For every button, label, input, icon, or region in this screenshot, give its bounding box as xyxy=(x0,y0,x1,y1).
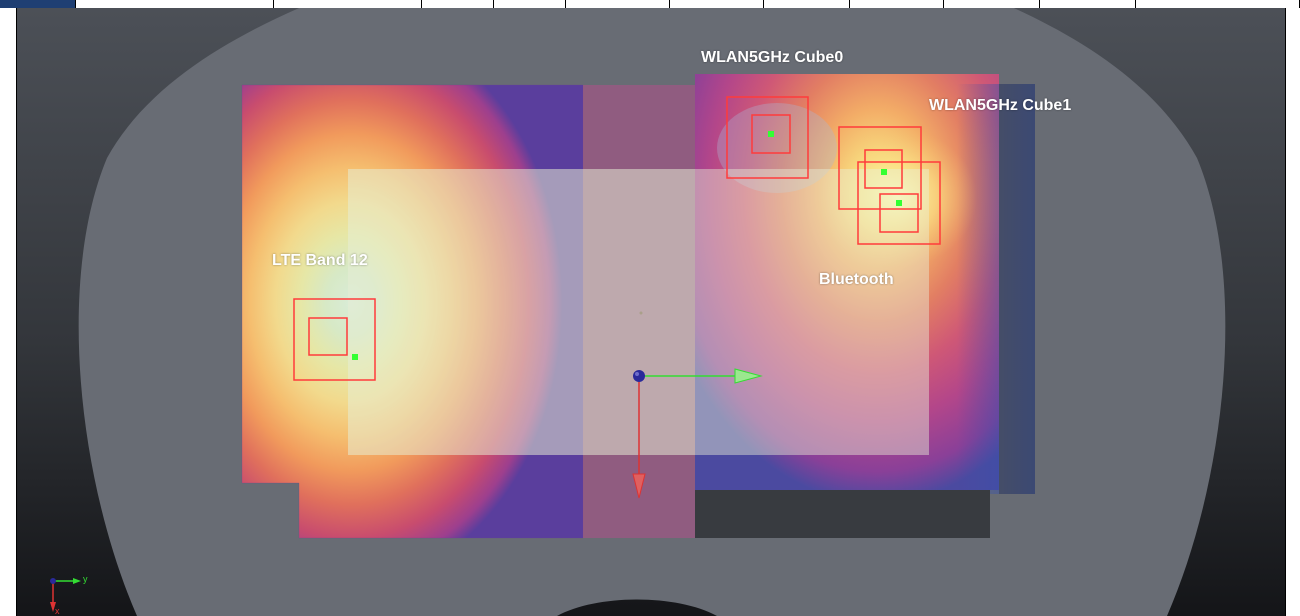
ground-side xyxy=(999,84,1035,494)
tab-view-7[interactable] xyxy=(670,0,764,8)
tab-view-11[interactable] xyxy=(1040,0,1136,8)
tab-view-4[interactable] xyxy=(422,0,494,8)
label-bluetooth: Bluetooth xyxy=(819,271,894,288)
probe-point xyxy=(639,311,643,315)
device-panel-left xyxy=(348,169,695,455)
toolbar-strip xyxy=(0,0,1300,8)
tab-view-12[interactable] xyxy=(1136,0,1300,8)
tab-view-9[interactable] xyxy=(850,0,944,8)
label-wlan-cube1: WLAN5GHz Cube1 xyxy=(929,97,1072,114)
3d-viewport[interactable]: WLAN5GHz Cube0 WLAN5GHz Cube1 LTE Band 1… xyxy=(16,8,1286,616)
tab-view-10[interactable] xyxy=(944,0,1040,8)
axis-triad-x-label: x xyxy=(55,606,60,616)
ground-block xyxy=(695,490,990,538)
tab-view-3[interactable] xyxy=(274,0,422,8)
tab-view-8[interactable] xyxy=(764,0,850,8)
axis-triad-y-label: y xyxy=(83,574,88,584)
tab-view-1[interactable] xyxy=(0,0,76,8)
label-wlan-cube0: WLAN5GHz Cube0 xyxy=(701,49,844,66)
tab-view-2[interactable] xyxy=(76,0,274,8)
label-lte-band12: LTE Band 12 xyxy=(272,252,368,269)
scene-canvas[interactable] xyxy=(17,8,1286,616)
tab-view-6[interactable] xyxy=(566,0,670,8)
tab-view-5[interactable] xyxy=(494,0,566,8)
